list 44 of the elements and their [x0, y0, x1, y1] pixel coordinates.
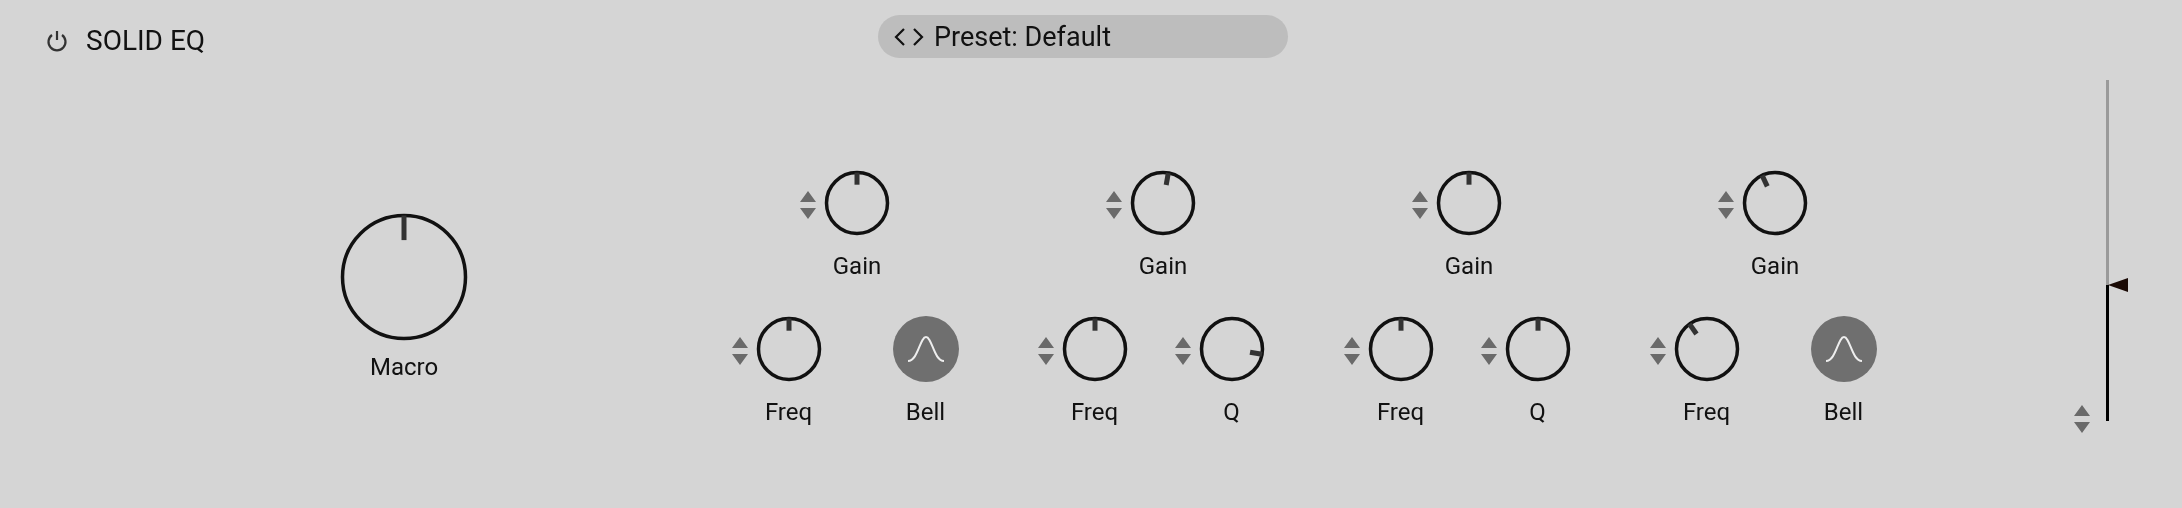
knob-label: Gain [1444, 252, 1494, 280]
knob[interactable] [1436, 170, 1502, 236]
stepper-arrows-icon[interactable] [798, 189, 818, 221]
knob[interactable] [1367, 316, 1434, 382]
stepper-arrows-icon[interactable] [1716, 189, 1736, 221]
knob-label: Q [1529, 398, 1546, 426]
knob[interactable] [824, 170, 890, 236]
stepper-arrows-icon[interactable] [1172, 335, 1193, 367]
stepper-arrows-icon[interactable] [1341, 335, 1362, 367]
knob-label: Macro [369, 353, 439, 381]
knob[interactable] [340, 213, 468, 341]
knob-label: Gain [832, 252, 882, 280]
knob[interactable] [1673, 316, 1740, 382]
knob-label: Freq [1682, 398, 1731, 426]
knob-label: Freq [764, 398, 813, 426]
stepper-arrows-icon[interactable] [729, 335, 750, 367]
plugin-title: SOLID EQ [86, 24, 206, 57]
chevron-left-icon[interactable] [894, 26, 906, 47]
level-marker[interactable] [2108, 276, 2128, 293]
meter-track[interactable] [2106, 80, 2109, 421]
knob[interactable] [1061, 316, 1128, 382]
stepper-arrows-icon[interactable] [2072, 403, 2092, 435]
knob[interactable] [1198, 316, 1265, 382]
stepper-arrows-icon[interactable] [1104, 189, 1124, 221]
knob-label: Q [1223, 398, 1240, 426]
chevron-right-icon[interactable] [912, 26, 924, 47]
stepper-arrows-icon[interactable] [1410, 189, 1430, 221]
knob[interactable] [1504, 316, 1571, 382]
knob[interactable] [1130, 170, 1196, 236]
stepper-arrows-icon[interactable] [1478, 335, 1499, 367]
knob[interactable] [755, 316, 822, 382]
knob-label: Gain [1138, 252, 1188, 280]
knob-label: Freq [1070, 398, 1119, 426]
knob-label: Gain [1750, 252, 1800, 280]
stepper-arrows-icon[interactable] [1035, 335, 1056, 367]
bell-curve-icon [905, 335, 946, 363]
power-icon[interactable] [46, 28, 68, 53]
knob[interactable] [1742, 170, 1808, 236]
knob-label: Bell [905, 398, 946, 426]
knob-label: Freq [1376, 398, 1425, 426]
bell-curve-icon [1823, 335, 1864, 363]
preset-selector[interactable]: Preset: Default [878, 15, 1288, 58]
knob-label: Bell [1823, 398, 1864, 426]
stepper-arrows-icon[interactable] [1647, 335, 1668, 367]
